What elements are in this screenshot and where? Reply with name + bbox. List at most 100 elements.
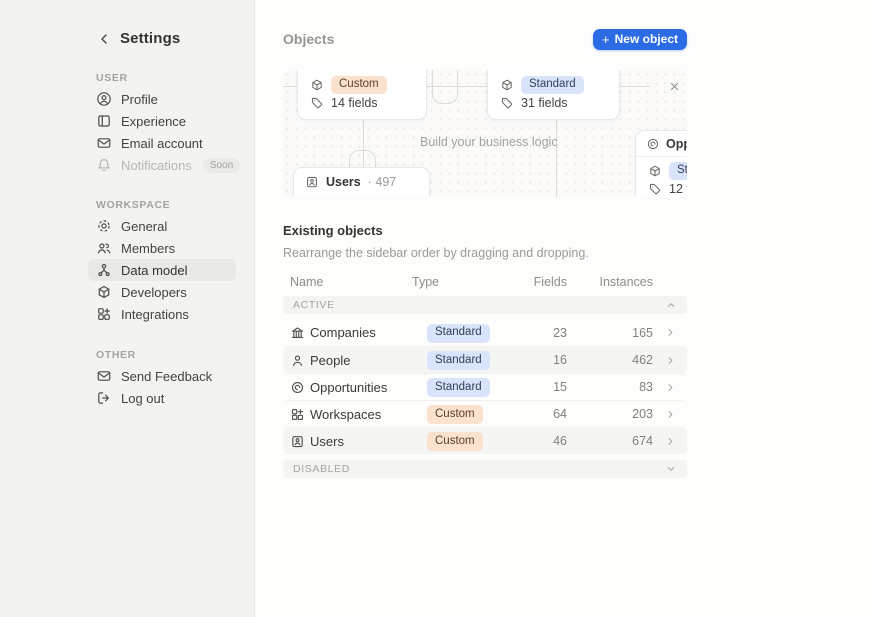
sidebar-item-label: Experience [121, 114, 186, 129]
chevron-right-icon [665, 327, 676, 338]
logout-icon [96, 390, 112, 406]
sidebar-item-developers[interactable]: Developers [88, 281, 236, 303]
plus-icon: + [602, 33, 610, 46]
objects-table: Name Type Fields Instances ACTIVE Compan… [283, 274, 687, 478]
instances-count: 462 [567, 353, 653, 367]
chevron-right-icon [665, 436, 676, 447]
table-row-opportunities[interactable]: Opportunities Standard 15 83 [283, 373, 687, 400]
chevron-left-icon [96, 31, 112, 47]
page-title: Objects [283, 31, 334, 47]
fields-count: 46 [507, 434, 567, 448]
chevron-right-icon [665, 355, 676, 366]
fields-count: 15 [507, 380, 567, 394]
object-name: Users [310, 434, 427, 449]
column-header-instances: Instances [567, 275, 653, 289]
connector-line [283, 86, 297, 87]
settings-back-label: Settings [120, 30, 180, 47]
sidebar-item-members[interactable]: Members [88, 237, 236, 259]
cube-icon [310, 78, 324, 92]
id-badge-icon [305, 175, 319, 189]
object-name: Opportunities [310, 380, 427, 395]
object-type-badge: Standard [427, 378, 490, 397]
users-object-node[interactable]: Users · 497 [293, 167, 430, 197]
sidebar-section-workspace: WORKSPACE [96, 199, 228, 211]
fields-count: 64 [507, 407, 567, 421]
sidebar-item-label: Email account [121, 136, 203, 151]
sidebar-item-label: General [121, 219, 167, 234]
mail-icon [96, 368, 112, 384]
sidebar-item-log-out[interactable]: Log out [88, 387, 236, 409]
fields-count: 12 fields [669, 182, 687, 196]
tag-icon [648, 182, 662, 196]
instances-count: 203 [567, 407, 653, 421]
bell-icon [96, 157, 112, 173]
target-icon [290, 380, 305, 395]
object-type-badge: Custom [427, 405, 483, 424]
new-object-button[interactable]: + New object [593, 29, 687, 50]
canvas-hint-text: Build your business logic [420, 135, 558, 149]
active-group-header[interactable]: ACTIVE [283, 296, 687, 314]
sidebar-item-label: Profile [121, 92, 158, 107]
id-badge-icon [290, 434, 305, 449]
opportunities-object-node[interactable]: Opportunities Standard 12 fields [635, 130, 687, 197]
tag-icon [500, 96, 514, 110]
chevron-down-icon [665, 463, 677, 475]
column-header-type: Type [412, 275, 492, 289]
sidebar-section-other: OTHER [96, 349, 228, 361]
grid-plus-icon [96, 306, 112, 322]
instances-count: 83 [567, 380, 653, 394]
custom-object-node[interactable]: Custom 14 fields [297, 70, 427, 120]
sidebar-item-integrations[interactable]: Integrations [88, 303, 236, 325]
sidebar-item-label: Integrations [121, 307, 189, 322]
data-model-icon [96, 262, 112, 278]
object-type-badge: Custom [331, 76, 387, 95]
object-name: Workspaces [310, 407, 427, 422]
building-icon [290, 325, 305, 340]
sidebar-item-label: Log out [121, 391, 164, 406]
experience-icon [96, 113, 112, 129]
settings-back-button[interactable]: Settings [96, 30, 228, 47]
settings-sidebar: Settings USER Profile Experience Email a… [0, 0, 255, 617]
disabled-group-header[interactable]: DISABLED [283, 460, 687, 478]
sidebar-item-experience[interactable]: Experience [88, 110, 236, 132]
object-type-badge: Standard [669, 162, 687, 181]
mail-icon [96, 135, 112, 151]
column-header-fields: Fields [507, 275, 567, 289]
instances-count: 674 [567, 434, 653, 448]
sidebar-item-general[interactable]: General [88, 215, 236, 237]
grid-plus-icon [290, 407, 305, 422]
object-type-badge: Standard [427, 324, 490, 343]
sidebar-item-label: Send Feedback [121, 369, 212, 384]
existing-objects-subtitle: Rearrange the sidebar order by dragging … [283, 246, 687, 260]
chevron-right-icon [665, 382, 676, 393]
instances-count: 165 [567, 326, 653, 340]
active-group-label: ACTIVE [293, 299, 335, 311]
sidebar-item-data-model[interactable]: Data model [88, 259, 236, 281]
object-type-badge: Standard [427, 351, 490, 370]
object-type-badge: Standard [521, 76, 584, 95]
users-node-label: Users [326, 175, 361, 189]
sidebar-item-send-feedback[interactable]: Send Feedback [88, 365, 236, 387]
sidebar-item-profile[interactable]: Profile [88, 88, 236, 110]
table-row-users[interactable]: Users Custom 46 674 [283, 427, 687, 454]
sidebar-item-notifications: Notifications Soon [88, 154, 236, 176]
table-row-people[interactable]: People Standard 16 462 [283, 346, 687, 373]
users-node-count: · 497 [368, 175, 397, 189]
table-row-companies[interactable]: Companies Standard 23 165 [283, 319, 687, 346]
profile-icon [96, 91, 112, 107]
close-icon[interactable] [668, 80, 681, 93]
fields-count: 23 [507, 326, 567, 340]
disabled-group-label: DISABLED [293, 463, 350, 475]
sidebar-item-email-account[interactable]: Email account [88, 132, 236, 154]
table-row-workspaces[interactable]: Workspaces Custom 64 203 [283, 400, 687, 427]
connector-line [556, 120, 557, 197]
object-builder-canvas: Build your business logic Custom 14 fiel… [283, 70, 687, 197]
tag-icon [310, 96, 324, 110]
existing-objects-heading: Existing objects [283, 223, 687, 238]
connector-bracket [349, 150, 376, 167]
connector-loop [432, 70, 458, 104]
connector-line [620, 86, 650, 87]
chevron-right-icon [665, 409, 676, 420]
standard-object-node[interactable]: Standard 31 fields [487, 70, 620, 120]
object-name: People [310, 353, 427, 368]
